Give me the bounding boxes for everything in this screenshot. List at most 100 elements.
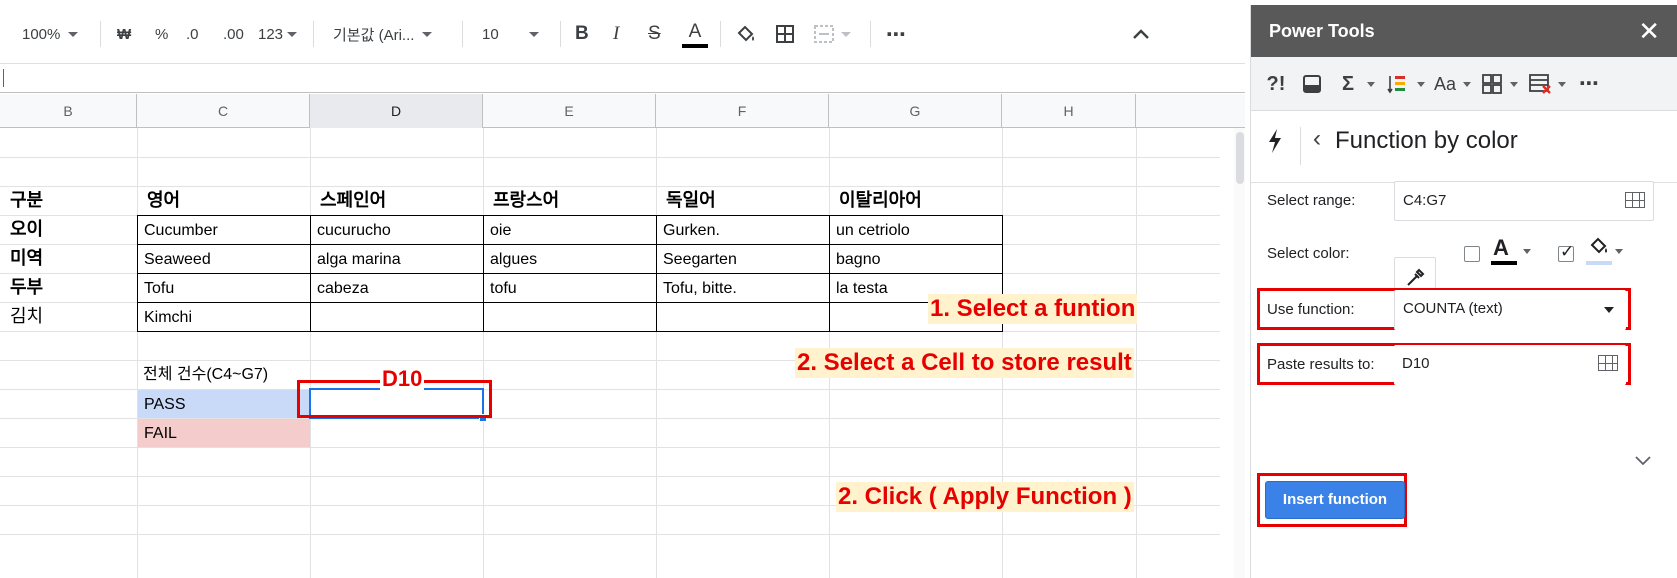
zoom-select[interactable]: 100% — [22, 12, 79, 56]
text-color-button[interactable]: A — [682, 12, 708, 56]
font-select[interactable]: 기본값 (Ari... — [333, 12, 453, 56]
fill-color-swatch — [1586, 261, 1612, 265]
italic-button[interactable]: I — [613, 12, 619, 56]
d10-label: D10 — [380, 364, 425, 394]
table-header-french[interactable]: 프랑스어 — [483, 186, 656, 215]
bold-button[interactable]: B — [575, 12, 589, 56]
font-color-icon[interactable]: A — [1491, 235, 1517, 265]
percent-format-button[interactable]: % — [155, 12, 168, 56]
table-cell[interactable]: Tofu, bitte. — [656, 273, 830, 303]
grid-icon[interactable] — [1598, 355, 1618, 371]
lightning-icon — [1267, 129, 1283, 160]
table-header-spanish[interactable]: 스페인어 — [310, 186, 483, 215]
select-range-field[interactable]: C4:G7 — [1394, 181, 1654, 221]
row-label[interactable]: 김치 — [0, 302, 137, 331]
chevron-down-icon[interactable] — [1463, 82, 1471, 87]
pass-cell[interactable]: PASS — [138, 390, 310, 418]
table-cell[interactable]: oie — [483, 215, 657, 245]
more-options-icon[interactable]: ⋯ — [1576, 57, 1602, 111]
close-icon[interactable]: ✕ — [1638, 5, 1660, 57]
table-cell[interactable]: tofu — [483, 273, 657, 303]
borders-button[interactable] — [775, 12, 795, 56]
table-cell[interactable]: algues — [483, 244, 657, 274]
strikethrough-button[interactable]: S — [648, 12, 661, 56]
column-header-d[interactable]: D — [310, 94, 483, 128]
formula-bar[interactable] — [0, 63, 1245, 93]
grid-icon[interactable] — [1625, 192, 1645, 208]
back-chevron-icon[interactable]: ‹ — [1313, 125, 1321, 153]
table-cell[interactable]: alga marina — [310, 244, 484, 274]
column-header-h[interactable]: H — [1002, 94, 1136, 128]
column-header-e[interactable]: E — [483, 94, 656, 128]
table-cell[interactable]: Tofu — [137, 273, 311, 303]
chevron-down-icon[interactable] — [1523, 249, 1531, 254]
expand-chevron-icon[interactable] — [1634, 449, 1652, 472]
fill-color-checkbox[interactable] — [1558, 242, 1574, 262]
borders-icon — [776, 25, 794, 43]
fill-color-button[interactable] — [735, 12, 757, 56]
fail-cell[interactable]: FAIL — [138, 419, 310, 447]
chevron-down-icon[interactable] — [1510, 82, 1518, 87]
sheets-toolbar: 100% ₩ % .0 .00 123 기본값 (Ari... 10 B I S… — [0, 12, 1250, 56]
table-cell[interactable]: un cetriolo — [829, 215, 1003, 245]
more-options-button[interactable]: ⋯ — [886, 12, 906, 56]
sort-icon[interactable] — [1385, 57, 1411, 111]
chevron-down-icon[interactable] — [1558, 82, 1566, 87]
insert-function-button[interactable]: Insert function — [1265, 481, 1405, 519]
sum-icon[interactable]: Σ — [1335, 57, 1361, 111]
row-label[interactable]: 두부 — [0, 273, 137, 302]
merge-sheets-icon[interactable] — [1479, 57, 1505, 111]
toolbar-divider — [462, 21, 463, 47]
table-header-category[interactable]: 구분 — [0, 186, 137, 215]
table-header-german[interactable]: 독일어 — [656, 186, 829, 215]
chevron-down-icon[interactable] — [1417, 82, 1425, 87]
fill-color-icon[interactable] — [1586, 235, 1612, 265]
chevron-down-icon[interactable] — [1615, 249, 1623, 254]
column-header-f[interactable]: F — [656, 94, 829, 128]
use-function-value: COUNTA (text) — [1403, 300, 1503, 317]
chevron-up-icon — [1133, 29, 1149, 39]
merge-cells-button[interactable] — [813, 12, 851, 56]
table-header-english[interactable]: 영어 — [137, 186, 310, 215]
table-cell[interactable]: Seegarten — [656, 244, 830, 274]
table-cell[interactable]: cabeza — [310, 273, 484, 303]
number-format-select[interactable]: 123 — [258, 12, 298, 56]
gridline — [0, 157, 1220, 158]
table-cell[interactable] — [310, 302, 484, 332]
row-label[interactable]: 오이 — [0, 215, 137, 244]
table-cell[interactable] — [656, 302, 830, 332]
toolbar-divider — [870, 21, 871, 47]
column-header-b[interactable]: B — [0, 94, 137, 128]
table-cell[interactable]: Cucumber — [137, 215, 311, 245]
font-color-checkbox[interactable] — [1464, 246, 1480, 262]
font-size-select[interactable]: 10 — [482, 12, 550, 56]
text-case-icon[interactable]: Aa — [1431, 57, 1459, 111]
column-header-c[interactable]: C — [137, 94, 310, 128]
chevron-down-icon[interactable] — [1367, 82, 1375, 87]
panel-title: Power Tools — [1269, 21, 1375, 41]
panel-header: ‹ Function by color — [1251, 111, 1677, 183]
find-replace-icon[interactable]: ?! — [1263, 57, 1289, 111]
table-cell[interactable]: cucurucho — [310, 215, 484, 245]
decrease-decimal-button[interactable]: .0 — [186, 12, 199, 56]
table-cell[interactable] — [483, 302, 657, 332]
collapse-toolbar-button[interactable] — [1132, 12, 1150, 56]
text-color-letter: A — [688, 20, 702, 42]
table-header-italian[interactable]: 이탈리아어 — [829, 186, 1002, 215]
table-cell[interactable]: Kimchi — [137, 302, 311, 332]
table-cell[interactable]: Gurken. — [656, 215, 830, 245]
column-headers: B C D E F G H — [0, 94, 1245, 128]
vertical-scrollbar[interactable] — [1234, 128, 1245, 578]
split-cells-icon[interactable] — [1299, 57, 1325, 111]
use-function-select[interactable]: COUNTA (text) — [1394, 290, 1626, 330]
table-cell[interactable]: bagno — [829, 244, 1003, 274]
table-cell[interactable]: Seaweed — [137, 244, 311, 274]
currency-format-button[interactable]: ₩ — [117, 12, 131, 56]
number-format-label: 123 — [258, 25, 284, 43]
column-header-g[interactable]: G — [829, 94, 1002, 128]
scrollbar-thumb[interactable] — [1236, 132, 1244, 184]
increase-decimal-button[interactable]: .00 — [223, 12, 244, 56]
remove-icon[interactable] — [1527, 57, 1553, 111]
paste-results-field[interactable]: D10 — [1394, 345, 1626, 385]
row-label[interactable]: 미역 — [0, 244, 137, 273]
